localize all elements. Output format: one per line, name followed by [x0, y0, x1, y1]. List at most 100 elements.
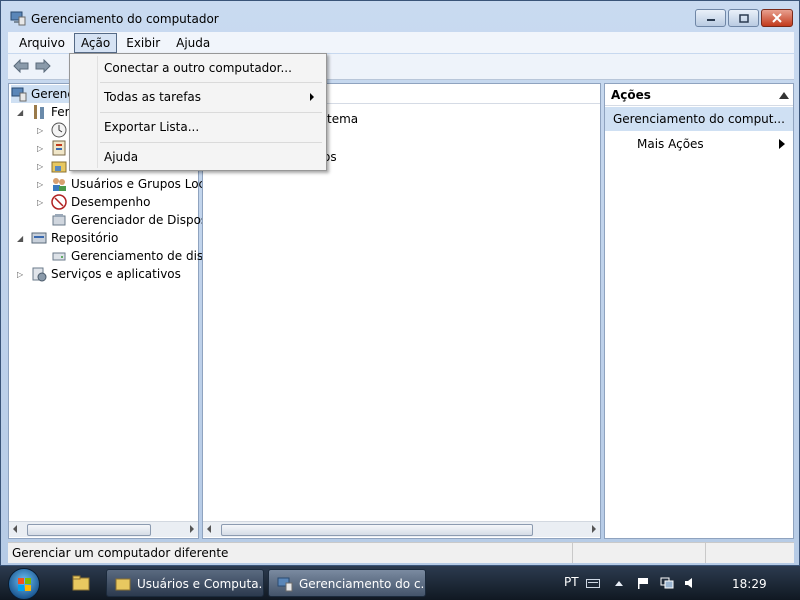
tree-label-disk-management: Gerenciamento de disco	[71, 249, 218, 263]
left-horizontal-scrollbar[interactable]	[9, 521, 198, 537]
actions-pane: Ações Gerenciamento do comput... Mais Aç…	[604, 83, 794, 539]
start-button[interactable]	[8, 568, 40, 600]
maximize-icon	[738, 13, 749, 23]
submenu-arrow-icon	[779, 139, 785, 149]
tree-item-event-viewer[interactable]: ▷	[37, 139, 71, 157]
tree-label-users-groups: Usuários e Grupos Loca	[71, 177, 213, 191]
expand-icon[interactable]: ▷	[37, 198, 47, 207]
shared-folder-icon	[51, 161, 67, 173]
center-item-1[interactable]: tema	[327, 112, 358, 126]
scroll-left-icon[interactable]	[207, 525, 211, 533]
disk-icon	[52, 252, 66, 261]
computer-management-icon	[277, 577, 293, 592]
status-bar: Gerenciar um computador diferente	[8, 542, 794, 563]
network-icon[interactable]	[660, 577, 674, 589]
tree-label-performance: Desempenho	[71, 195, 151, 209]
minimize-button[interactable]	[695, 9, 726, 27]
tree-label-services: Serviços e aplicativos	[51, 267, 181, 281]
tree-item-performance[interactable]: ▷ Desempenho	[37, 193, 151, 211]
tree-label-storage: Repositório	[51, 231, 119, 245]
menu-item-help-label: Ajuda	[104, 150, 139, 164]
tree-item-users-groups[interactable]: ▷ Usuários e Grupos Loca	[37, 175, 213, 193]
menu-separator	[100, 82, 322, 83]
tree-item-disk-management[interactable]: Gerenciamento de disco	[51, 247, 217, 265]
menu-item-export-list-label: Exportar Lista...	[104, 120, 200, 134]
scroll-thumb[interactable]	[221, 524, 533, 536]
status-divider	[572, 543, 573, 563]
menu-item-connect[interactable]: Conectar a outro computador...	[72, 56, 324, 80]
menu-item-help[interactable]: Ajuda	[72, 145, 324, 169]
expand-icon[interactable]: ▷	[37, 126, 47, 135]
actions-section-label: Gerenciamento do comput...	[613, 112, 785, 126]
language-indicator[interactable]: PT	[564, 575, 579, 589]
action-menu-dropdown: Conectar a outro computador... Todas as …	[69, 53, 327, 171]
menu-item-export-list[interactable]: Exportar Lista...	[72, 115, 324, 139]
menu-item-all-tasks[interactable]: Todas as tarefas	[72, 85, 324, 109]
menu-item-connect-label: Conectar a outro computador...	[104, 61, 292, 75]
menu-file[interactable]: Arquivo	[12, 33, 72, 53]
collapse-up-icon[interactable]	[779, 92, 789, 99]
storage-icon	[31, 232, 47, 244]
scroll-thumb[interactable]	[27, 524, 151, 536]
close-icon	[772, 13, 782, 23]
users-icon	[53, 178, 66, 191]
tree-item-system-tools[interactable]: ◢ Fer	[17, 103, 70, 121]
app-window: Gerenciamento do computador Arquivo Ação…	[0, 0, 800, 566]
tree-item-shared-folders[interactable]: ▷	[37, 157, 71, 175]
menu-view[interactable]: Exibir	[119, 33, 167, 53]
tree-item-device-manager[interactable]: Gerenciador de Disposit	[51, 211, 215, 229]
title-bar[interactable]: Gerenciamento do computador	[1, 1, 799, 31]
tree-item-storage[interactable]: ◢ Repositório	[17, 229, 118, 247]
expand-icon[interactable]: ▷	[37, 180, 47, 189]
back-arrow-icon	[13, 59, 29, 73]
status-divider	[705, 543, 706, 563]
more-actions-link[interactable]: Mais Ações	[637, 137, 704, 151]
window-title: Gerenciamento do computador	[31, 12, 219, 26]
tree-item-services[interactable]: ▷ Serviços e aplicativos	[17, 265, 181, 283]
actions-section-computer-management[interactable]: Gerenciamento do comput...	[605, 107, 793, 131]
folder-icon	[115, 578, 131, 591]
clock[interactable]: 18:29	[732, 577, 767, 591]
scroll-left-icon[interactable]	[13, 525, 17, 533]
taskbar-button-label: Usuários e Computa...	[137, 577, 264, 591]
tools-icon	[34, 105, 44, 119]
tree-item-root[interactable]: Gerenc	[11, 85, 78, 103]
maximize-button[interactable]	[728, 9, 759, 27]
menu-bar: Arquivo Ação Exibir Ajuda	[8, 32, 794, 53]
submenu-arrow-icon	[310, 93, 314, 101]
close-button[interactable]	[761, 9, 793, 27]
action-center-flag-icon[interactable]	[636, 577, 650, 589]
collapse-icon[interactable]: ◢	[17, 108, 27, 117]
menu-item-all-tasks-label: Todas as tarefas	[104, 90, 202, 104]
performance-icon	[51, 194, 67, 210]
forward-arrow-icon	[35, 59, 51, 73]
expand-icon[interactable]: ▷	[37, 144, 47, 153]
show-hidden-icons-icon[interactable]	[612, 577, 626, 589]
actions-header: Ações	[605, 84, 793, 106]
taskbar-button-users-computers[interactable]: Usuários e Computa...	[106, 569, 264, 597]
menu-separator	[100, 112, 322, 113]
back-button[interactable]	[12, 58, 30, 74]
folder-icon[interactable]	[72, 575, 90, 591]
volume-icon[interactable]	[684, 577, 698, 589]
computer-management-icon	[10, 11, 26, 26]
windows-logo-icon	[18, 578, 31, 591]
tree-label-system-tools: Fer	[51, 105, 70, 119]
scroll-right-icon[interactable]	[592, 525, 596, 533]
forward-button[interactable]	[34, 58, 52, 74]
tree-item-scheduler[interactable]: ▷	[37, 121, 71, 139]
tree-label-device-manager: Gerenciador de Disposit	[71, 213, 216, 227]
menu-help[interactable]: Ajuda	[169, 33, 217, 53]
expand-icon[interactable]: ▷	[37, 162, 47, 171]
scroll-right-icon[interactable]	[190, 525, 194, 533]
expand-icon[interactable]: ▷	[17, 270, 27, 279]
taskbar-button-label: Gerenciamento do c...	[299, 577, 426, 591]
taskbar-button-computer-management[interactable]: Gerenciamento do c...	[268, 569, 426, 597]
computer-management-icon	[11, 87, 27, 102]
status-text: Gerenciar um computador diferente	[12, 546, 229, 560]
collapse-icon[interactable]: ◢	[17, 234, 27, 243]
services-icon	[32, 267, 47, 282]
menu-action[interactable]: Ação	[73, 32, 118, 53]
keyboard-icon[interactable]	[586, 577, 600, 589]
center-horizontal-scrollbar[interactable]	[203, 521, 600, 537]
